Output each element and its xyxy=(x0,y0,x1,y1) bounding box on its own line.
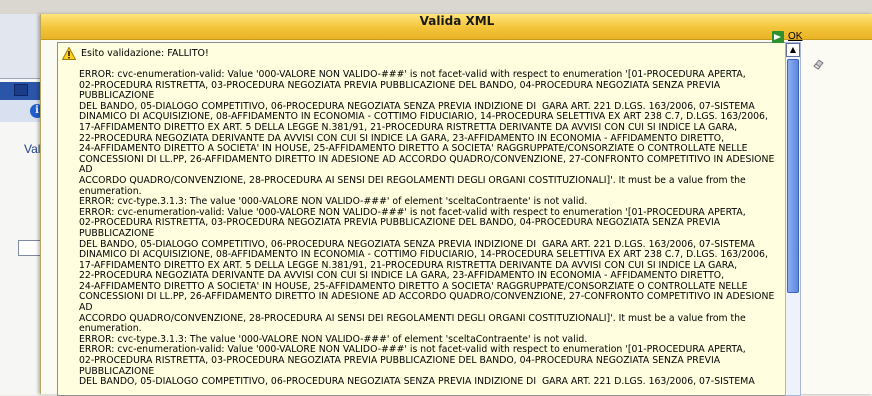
ok-label: OK xyxy=(788,31,803,42)
dialog-title: Valida XML xyxy=(41,14,872,40)
scroll-up-button[interactable]: ▲ xyxy=(786,43,800,57)
background-label: Val xyxy=(24,142,41,156)
scroll-thumb[interactable] xyxy=(787,59,799,293)
validation-errors-text: ERROR: cvc-enumeration-valid: Value '000… xyxy=(79,69,775,388)
background-window-icon xyxy=(14,84,28,96)
validation-dialog: Valida XML Esito validazione: FALLITO! E… xyxy=(40,14,872,396)
validation-result-text: Esito validazione: FALLITO! xyxy=(81,48,209,59)
background-topbar xyxy=(0,0,872,14)
warning-icon xyxy=(62,47,76,60)
arrow-right-icon xyxy=(772,31,784,43)
eraser-icon[interactable] xyxy=(812,58,824,70)
message-panel[interactable]: Esito validazione: FALLITO! ERROR: cvc-e… xyxy=(57,42,786,396)
message-scrollbar[interactable]: ▲ xyxy=(785,42,801,396)
